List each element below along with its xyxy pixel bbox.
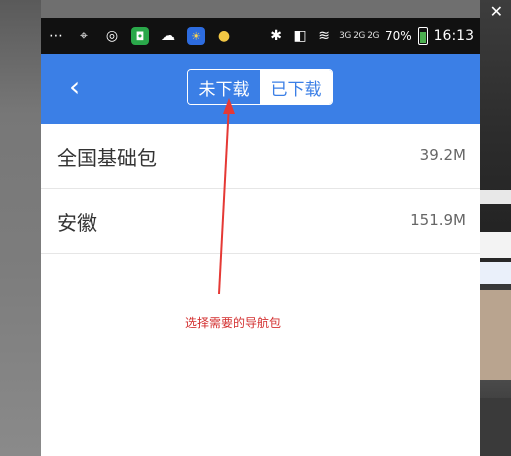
- weather-icon: ☀: [187, 27, 205, 45]
- annotation-text: 选择需要的导航包: [185, 316, 282, 330]
- tab-not-downloaded[interactable]: 未下载: [188, 70, 260, 104]
- background-left: [0, 0, 41, 456]
- clock: 16:13: [433, 28, 474, 44]
- notification-bulb-icon: ●: [217, 28, 231, 44]
- battery-percent: 70%: [384, 29, 412, 43]
- download-tab-switcher: 未下载 已下载: [187, 69, 333, 105]
- list-item[interactable]: 全国基础包 39.2M: [41, 124, 480, 189]
- close-icon[interactable]: ✕: [490, 2, 503, 21]
- package-name: 安徽: [57, 211, 97, 235]
- wechat-icon: ☁: [161, 28, 175, 44]
- chevron-left-icon[interactable]: ‹: [69, 72, 80, 102]
- package-name: 全国基础包: [57, 146, 157, 170]
- status-bar: ⋯ ⌖ ◎ ◘ ☁ ☀ ● ✱ ◧ ≋ 3G 2G 2G 70% 16:13: [41, 18, 480, 54]
- location-icon: ⌖: [80, 28, 88, 44]
- tab-downloaded[interactable]: 已下载: [260, 70, 332, 104]
- app-header: ‹ 未下载 已下载: [41, 54, 480, 124]
- screenshot-icon: ◎: [105, 28, 119, 44]
- package-size: 39.2M: [419, 146, 466, 164]
- battery-icon: [417, 27, 428, 45]
- list-item[interactable]: 安徽 151.9M: [41, 189, 480, 254]
- background-right: [480, 0, 511, 456]
- package-size: 151.9M: [410, 211, 466, 229]
- more-icon: ⋯: [49, 28, 63, 44]
- wifi-icon: ≋: [318, 28, 330, 44]
- bluetooth-icon: ✱: [270, 28, 282, 44]
- app-green-icon: ◘: [131, 27, 149, 45]
- network-signal: 3G 2G 2G: [339, 31, 379, 41]
- phone-screen: ⋯ ⌖ ◎ ◘ ☁ ☀ ● ✱ ◧ ≋ 3G 2G 2G 70% 16:13 ‹…: [41, 18, 480, 456]
- nfc-icon: ◧: [293, 28, 307, 44]
